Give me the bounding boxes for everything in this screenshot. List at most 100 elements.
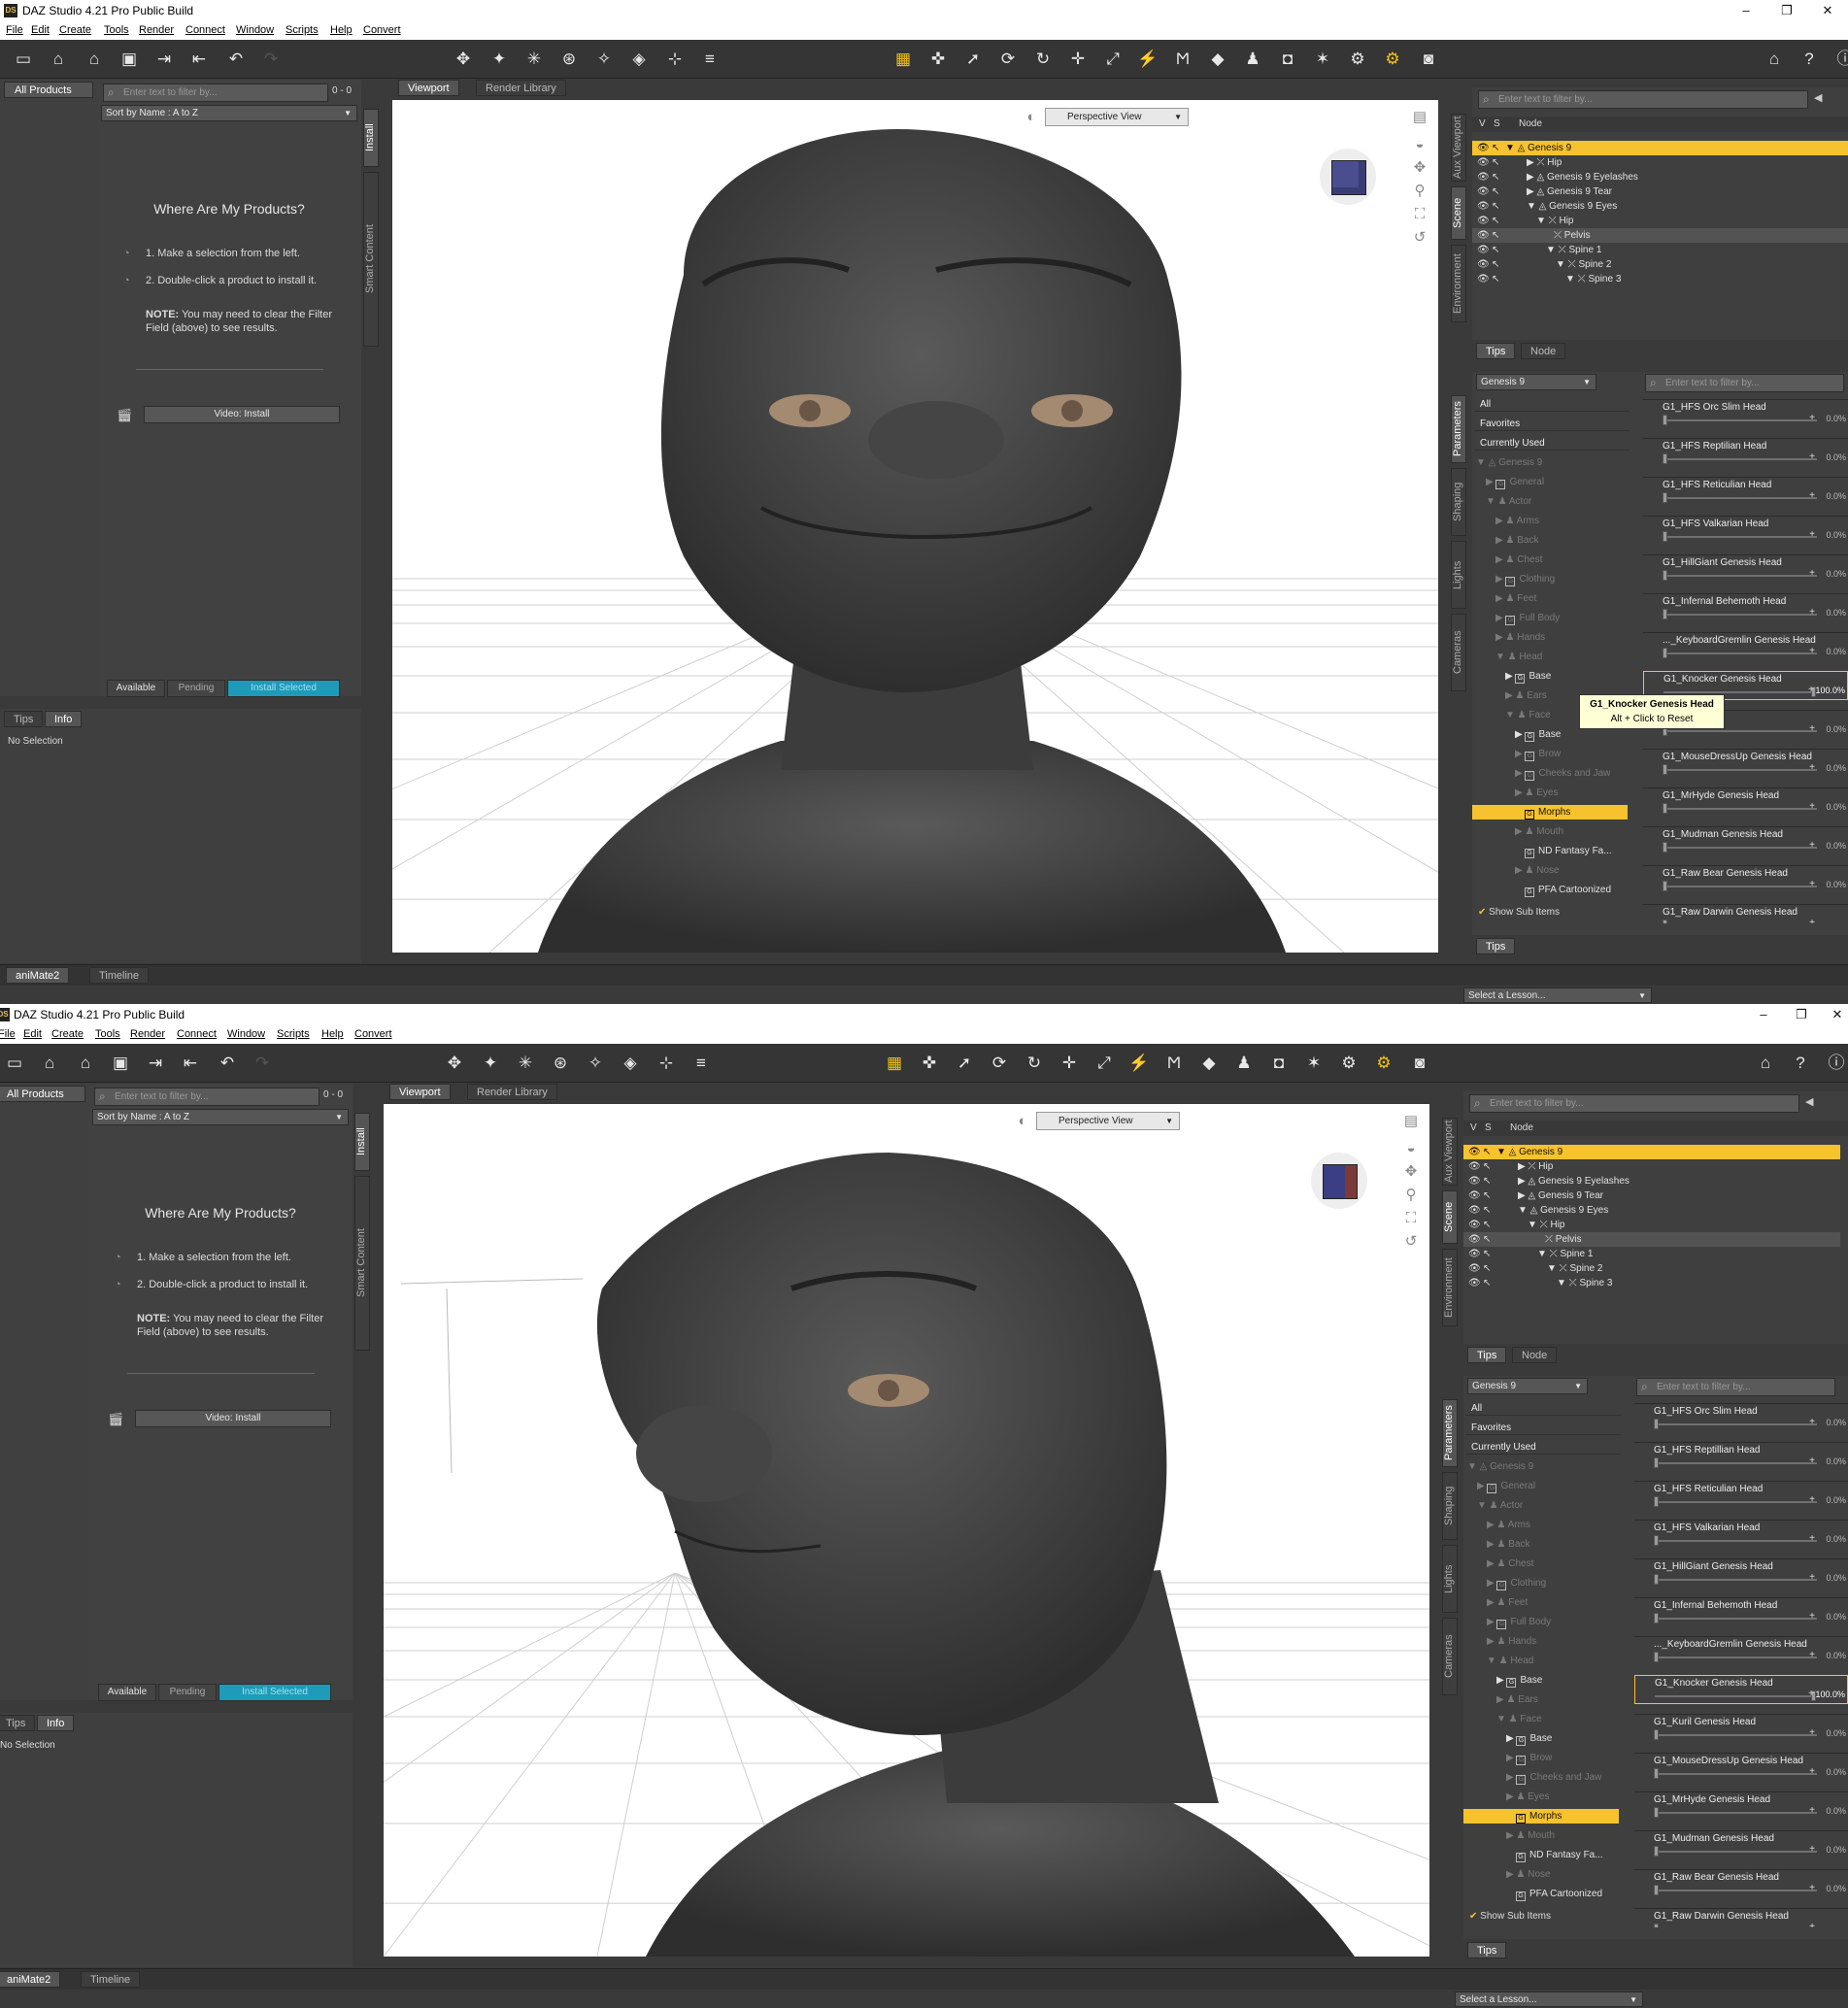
minimize-icon[interactable]: –	[1749, 1007, 1778, 1021]
category-all[interactable]: All	[1465, 1401, 1621, 1416]
powerpose-icon[interactable]: ⚡	[1136, 48, 1159, 71]
morph-slider-knob[interactable]	[1654, 1807, 1659, 1818]
menu-edit[interactable]: Edit	[31, 24, 50, 36]
morph-slider-track[interactable]	[1655, 1695, 1816, 1697]
3d-viewport[interactable]: Perspective View ▼ ◐ ▤ ◒ ✥ ⚲ ⛶ ↺	[384, 1104, 1429, 1957]
viewport-menu-icon[interactable]: ▤	[1401, 1112, 1421, 1131]
morph-value[interactable]: 0.0%	[1826, 841, 1846, 851]
show-sub-items-checkbox[interactable]: ✔ Show Sub Items	[1478, 907, 1560, 918]
tree-clothing[interactable]: ▶ G Clothing	[1495, 572, 1555, 586]
morph-value[interactable]: 0.0%	[1826, 1767, 1846, 1777]
merge-icon[interactable]: ⌂	[83, 48, 106, 71]
plus-icon[interactable]: +	[1808, 1689, 1814, 1699]
menu-file[interactable]: File	[6, 24, 23, 36]
morph-slider-knob[interactable]	[1654, 1729, 1659, 1740]
morph-slider-knob[interactable]	[1663, 648, 1667, 658]
undo-icon[interactable]: ↶	[216, 1052, 239, 1075]
tree-mouth[interactable]: ▶ ♟ Mouth	[1506, 1828, 1555, 1843]
pan-icon[interactable]: ✥	[1401, 1162, 1421, 1182]
morph-slider-track[interactable]	[1654, 1540, 1817, 1542]
menu-tools[interactable]: Tools	[95, 1028, 120, 1040]
reset-view-icon[interactable]: ↺	[1401, 1232, 1421, 1252]
tab-tips[interactable]: Tips	[0, 1715, 36, 1731]
tree-eyes[interactable]: ▶ ♟ Eyes	[1515, 786, 1558, 800]
scene-options-icon[interactable]: ◀	[1814, 91, 1822, 104]
3d-viewport[interactable]: Perspective View ▼ ◐ ▤ ◒ ✥ ⚲ ⛶ ↺	[392, 100, 1438, 953]
morph-value[interactable]: 0.0%	[1826, 763, 1846, 773]
morph-param-row[interactable]: G1_Infernal Behemoth Head +0.0%	[1634, 1597, 1848, 1626]
tree-eyes[interactable]: ▶ ♟ Eyes	[1506, 1790, 1549, 1804]
morph-param-row[interactable]: G1_HillGiant Genesis Head +0.0%	[1643, 554, 1848, 584]
merge-icon[interactable]: ⌂	[74, 1052, 97, 1075]
morph-value[interactable]: 0.0%	[1826, 414, 1846, 423]
tab-install[interactable]: Install	[363, 109, 379, 167]
save-icon[interactable]: ▣	[118, 48, 141, 71]
tree-feet[interactable]: ▶ ♟ Feet	[1487, 1595, 1528, 1610]
import-icon[interactable]: ⇥	[144, 1052, 167, 1075]
tab-render-library[interactable]: Render Library	[467, 1084, 557, 1100]
lesson-select[interactable]: Select a Lesson... ▼	[1455, 1991, 1643, 2007]
tab-environment[interactable]: Environment	[1451, 245, 1466, 322]
tree-genesis-9[interactable]: ▼ ◬ Genesis 9	[1467, 1459, 1533, 1474]
orbit-icon[interactable]: ◒	[1410, 135, 1429, 154]
tab-install[interactable]: Install	[354, 1113, 370, 1171]
tree-nose[interactable]: ▶ ♟ Nose	[1515, 863, 1560, 878]
tab-smart-content[interactable]: Smart Content	[354, 1176, 370, 1351]
morph-slider-track[interactable]	[1663, 575, 1817, 577]
morph-slider-knob[interactable]	[1654, 1574, 1659, 1585]
menu-tools[interactable]: Tools	[104, 24, 129, 36]
plus-icon[interactable]: +	[1808, 685, 1814, 695]
tree-mouth[interactable]: ▶ ♟ Mouth	[1515, 824, 1563, 839]
morph-value[interactable]: 0.0%	[1826, 608, 1846, 618]
morph-param-row[interactable]: G1_Raw Bear Genesis Head +0.0%	[1634, 1869, 1848, 1898]
tree-nd-fantasy[interactable]: G ND Fantasy Fa...	[1525, 844, 1612, 858]
tab-all-products[interactable]: All Products	[4, 82, 93, 98]
plus-icon[interactable]: +	[1809, 1727, 1815, 1738]
export-icon[interactable]: ⇤	[179, 1052, 202, 1075]
morph-slider-track[interactable]	[1654, 1890, 1817, 1891]
scale-icon[interactable]: ⤢	[1101, 48, 1125, 71]
morph-param-row[interactable]: G1_MrHyde Genesis Head +0.0%	[1634, 1791, 1848, 1821]
tree-face-base[interactable]: ▶ G Base	[1515, 727, 1561, 742]
morph-slider-knob[interactable]	[1654, 1846, 1659, 1857]
tab-timeline[interactable]: Timeline	[89, 967, 150, 984]
morph-slider-knob[interactable]	[1663, 920, 1667, 923]
category-favorites[interactable]: Favorites	[1474, 417, 1630, 431]
morph-slider-track[interactable]	[1663, 886, 1817, 887]
tree-back[interactable]: ▶ ♟ Back	[1487, 1537, 1529, 1552]
tree-pfa-cartoonized[interactable]: G PFA Cartoonized	[1516, 1887, 1602, 1901]
morph-slider-track[interactable]	[1663, 691, 1816, 693]
morph-param-row[interactable]: G1_HFS Orc Slim Head +0.0%	[1643, 399, 1848, 428]
scene-node-hip-bone[interactable]: 👁︎ ↖ ▼ ⤫ Hip	[1472, 214, 1848, 228]
save-icon[interactable]: ▣	[109, 1052, 132, 1075]
import-icon[interactable]: ⇥	[152, 48, 176, 71]
morph-value[interactable]: 0.0%	[1826, 569, 1846, 579]
plus-icon[interactable]: +	[1809, 1417, 1815, 1427]
morph-value[interactable]: 0.0%	[1826, 1456, 1846, 1466]
undo-icon[interactable]: ↶	[224, 48, 248, 71]
menu-help[interactable]: Help	[330, 24, 353, 36]
plus-icon[interactable]: +	[1809, 1572, 1815, 1583]
restore-icon[interactable]: ❐	[1787, 1007, 1816, 1022]
morph-slider-knob[interactable]	[1654, 1496, 1659, 1507]
render-settings-icon[interactable]: ⚙	[1337, 1052, 1361, 1075]
morph-param-row[interactable]: G1_Mudman Genesis Head +0.0%	[1643, 826, 1848, 855]
tree-arms[interactable]: ▶ ♟ Arms	[1487, 1518, 1530, 1532]
morph-value[interactable]: 0.0%	[1826, 1495, 1846, 1505]
video-install-button[interactable]: Video: Install	[135, 1410, 331, 1427]
tab-animate2[interactable]: aniMate2	[0, 1971, 61, 1988]
morph-slider-knob[interactable]	[1654, 1652, 1659, 1662]
tree-ears[interactable]: ▶ ♟ Ears	[1496, 1692, 1538, 1707]
morph-value[interactable]: 0.0%	[1826, 1418, 1846, 1427]
tree-arms[interactable]: ▶ ♟ Arms	[1495, 514, 1539, 528]
scene-node-hip[interactable]: 👁︎ ↖ ▶ ⤫ Hip	[1472, 155, 1848, 170]
scene-options-icon[interactable]: ◀	[1805, 1095, 1813, 1108]
tab-available[interactable]: Available	[107, 680, 165, 697]
tree-head-base[interactable]: ▶ G Base	[1505, 669, 1551, 684]
open-icon[interactable]: ⌂	[47, 48, 70, 71]
tab-viewport[interactable]: Viewport	[389, 1084, 451, 1100]
node-alignment-icon[interactable]: ≡	[689, 1052, 713, 1075]
help-icon[interactable]: ⓘ	[1833, 48, 1848, 71]
tree-general[interactable]: ▶ G General	[1477, 1479, 1535, 1493]
plus-icon[interactable]: +	[1809, 1650, 1815, 1660]
